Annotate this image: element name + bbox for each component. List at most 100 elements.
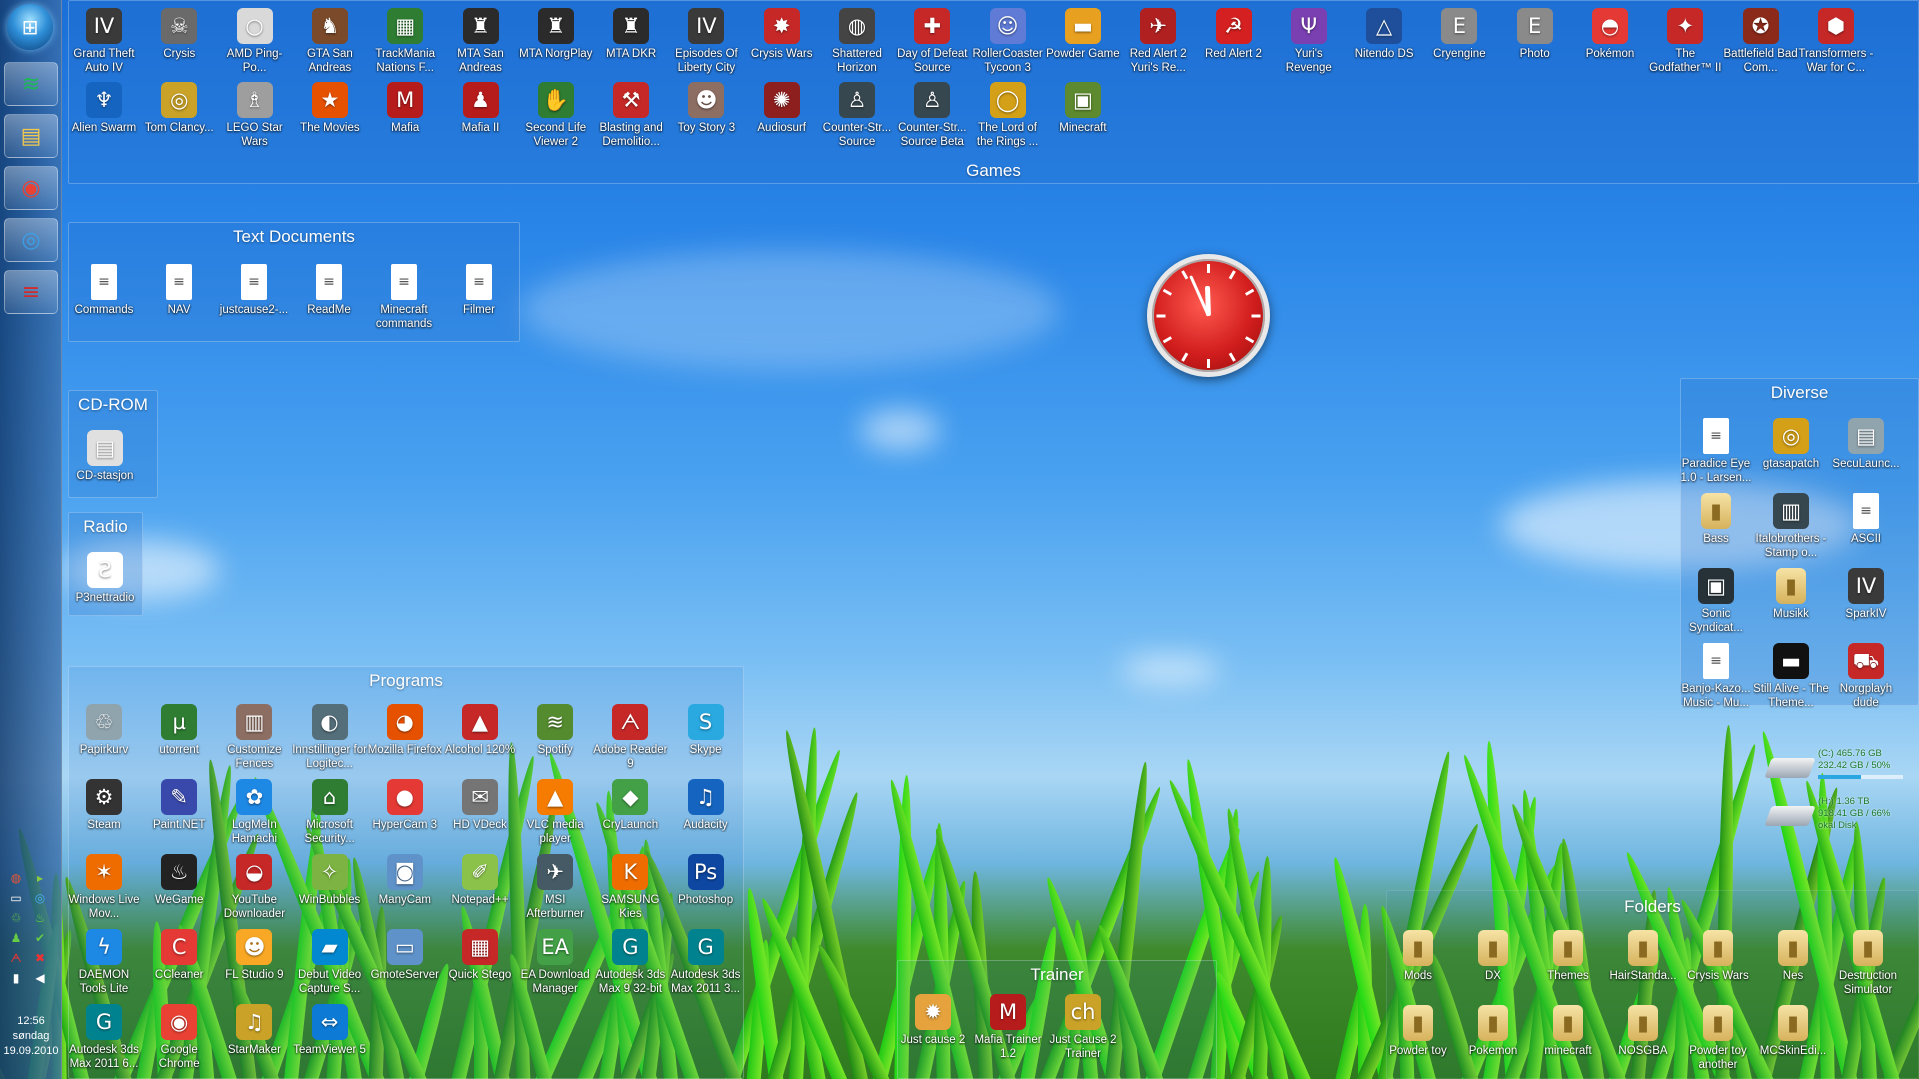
spotify-taskbar-button[interactable]: ≋ <box>4 62 58 106</box>
desktop-icon[interactable]: ≡ ASCII <box>1828 493 1904 567</box>
desktop-icon[interactable]: ✋ Second Life Viewer 2 <box>518 82 594 156</box>
desktop-icon[interactable]: ▮ Powder toy <box>1380 1005 1456 1079</box>
desktop-icon[interactable]: ▮ DX <box>1455 930 1531 1004</box>
fences-taskbar-button[interactable]: ≡ <box>4 270 58 314</box>
desktop-icon[interactable]: Ps Photoshop <box>668 854 744 928</box>
desktop-icon[interactable]: ✉ HD VDeck <box>442 779 518 853</box>
desktop-icon[interactable]: K SAMSUNG Kies <box>592 854 668 928</box>
tray-icon[interactable]: ᗅ <box>6 950 26 966</box>
desktop-icon[interactable]: ♗ LEGO Star Wars <box>217 82 293 156</box>
taskbar-clock[interactable]: 12:56 søndag 19.09.2010 <box>0 1014 62 1059</box>
desktop-icon[interactable]: ▮ Musikk <box>1753 568 1829 642</box>
desktop-icon[interactable]: ▮ HairStanda... <box>1605 930 1681 1004</box>
desktop-icon[interactable]: ♜ MTA San Andreas <box>443 8 519 82</box>
desktop-icon[interactable]: ≡ Filmer <box>441 264 517 338</box>
tray-icon[interactable]: ▭ <box>6 890 26 906</box>
desktop-icon[interactable]: ◎ gtasapatch <box>1753 418 1829 492</box>
desktop-icon[interactable]: ≡ Minecraft commands <box>366 264 442 338</box>
desktop-icon[interactable]: E Cryengine <box>1421 8 1497 82</box>
desktop-icon[interactable]: ▬ Powder Game <box>1045 8 1121 82</box>
desktop-icon[interactable]: ▲ VLC media player <box>517 779 593 853</box>
desktop-icon[interactable]: ◐ Innstillinger for Logitec... <box>292 704 368 778</box>
desktop-icon[interactable]: ▮ MCSkinEdi... <box>1755 1005 1831 1079</box>
desktop-icon[interactable]: Ψ Yuri's Revenge <box>1271 8 1347 82</box>
desktop-icon[interactable]: ○ AMD Ping-Po... <box>217 8 293 82</box>
desktop-icon[interactable]: G Autodesk 3ds Max 2011 3... <box>668 929 744 1003</box>
tray-icon[interactable]: ◍ <box>6 870 26 886</box>
desktop-icon[interactable]: ⌂ Microsoft Security... <box>292 779 368 853</box>
desktop-icon[interactable]: ✈ MSI Afterburner <box>517 854 593 928</box>
desktop-icon[interactable]: ◎ Tom Clancy... <box>141 82 217 156</box>
analog-clock-gadget[interactable] <box>1147 254 1270 377</box>
desktop-icon[interactable]: ◓ Pokémon <box>1572 8 1648 82</box>
desktop-icon[interactable]: ✶ Windows Live Mov... <box>66 854 142 928</box>
drive-c-gadget[interactable]: (C:) 465.76 GB 232.42 GB / 50% <box>1764 748 1908 788</box>
tray-icon[interactable]: ♟ <box>6 930 26 946</box>
desktop-icon[interactable]: M Mafia <box>367 82 443 156</box>
desktop-icon[interactable]: ≡ ReadMe <box>291 264 367 338</box>
desktop-icon[interactable]: ♙ Counter-Str... Source Beta <box>894 82 970 156</box>
desktop-icon[interactable]: Ƨ P3nettradio <box>67 552 143 626</box>
desktop-icon[interactable]: ✐ Notepad++ <box>442 854 518 928</box>
tray-icon[interactable]: ▸ <box>30 870 50 886</box>
desktop-icon[interactable]: ◍ Shattered Horizon <box>819 8 895 82</box>
desktop-icon[interactable]: ▮ Bass <box>1678 493 1754 567</box>
desktop-icon[interactable]: ≡ Paradice Eye 1.0 - Larsen... <box>1678 418 1754 492</box>
desktop-icon[interactable]: ▮ Nes <box>1755 930 1831 1004</box>
desktop-icon[interactable]: ▮ Destruction Simulator <box>1830 930 1906 1004</box>
desktop-icon[interactable]: ◙ ManyCam <box>367 854 443 928</box>
desktop-icon[interactable]: ✿ LogMeIn Hamachi <box>216 779 292 853</box>
network-icon[interactable]: ▮ <box>6 970 26 986</box>
desktop-icon[interactable]: ♲ Papirkurv <box>66 704 142 778</box>
desktop-icon[interactable]: ▥ Italobrothers - Stamp o... <box>1753 493 1829 567</box>
desktop-icon[interactable]: ▮ Themes <box>1530 930 1606 1004</box>
desktop-icon[interactable]: ♫ StarMaker <box>216 1004 292 1078</box>
desktop-icon[interactable]: C CCleaner <box>141 929 217 1003</box>
desktop-icon[interactable]: IV Episodes Of Liberty City <box>668 8 744 82</box>
desktop-icon[interactable]: ▤ CD-stasjon <box>67 430 143 504</box>
desktop-icon[interactable]: ♜ MTA DKR <box>593 8 669 82</box>
desktop-icon[interactable]: ▣ Sonic Syndicat... <box>1678 568 1754 642</box>
desktop-icon[interactable]: ▭ GmoteServer <box>367 929 443 1003</box>
volume-icon[interactable]: ◀ <box>30 970 50 986</box>
desktop-icon[interactable]: ♨ WeGame <box>141 854 217 928</box>
desktop-icon[interactable]: ▮ minecraft <box>1530 1005 1606 1079</box>
desktop-icon[interactable]: ▮ Crysis Wars <box>1680 930 1756 1004</box>
start-button[interactable]: ⊞ <box>7 4 53 50</box>
desktop-icon[interactable]: G Autodesk 3ds Max 2011 6... <box>66 1004 142 1078</box>
desktop-icon[interactable]: IV SparkIV <box>1828 568 1904 642</box>
desktop-icon[interactable]: ▤ SecuLaunc... <box>1828 418 1904 492</box>
desktop-icon[interactable]: M Mafia Trainer 1.2 <box>970 994 1046 1068</box>
desktop-icon[interactable]: ◯ The Lord of the Rings ... <box>970 82 1046 156</box>
desktop-icon[interactable]: G Autodesk 3ds Max 9 32-bit <box>592 929 668 1003</box>
desktop-icon[interactable]: ♆ Alien Swarm <box>66 82 142 156</box>
desktop-icon[interactable]: ≋ Spotify <box>517 704 593 778</box>
desktop-icon[interactable]: ✹ Just cause 2 <box>895 994 971 1068</box>
desktop-icon[interactable]: ▦ TrackMania Nations F... <box>367 8 443 82</box>
explorer-taskbar-button[interactable]: ▤ <box>4 114 58 158</box>
desktop-icon[interactable]: S Skype <box>668 704 744 778</box>
desktop-icon[interactable]: ♞ GTA San Andreas <box>292 8 368 82</box>
desktop-icon[interactable]: ⚙ Steam <box>66 779 142 853</box>
tray-icon[interactable]: ♨ <box>30 910 50 926</box>
desktop-icon[interactable]: ♙ Counter-Str... Source <box>819 82 895 156</box>
desktop-icon[interactable]: ♫ Audacity <box>668 779 744 853</box>
desktop-icon[interactable]: ☻ Toy Story 3 <box>668 82 744 156</box>
desktop-icon[interactable]: △ Nitendo DS <box>1346 8 1422 82</box>
desktop-icon[interactable]: ✚ Day of Defeat Source <box>894 8 970 82</box>
desktop-icon[interactable]: ▮ NOSGBA <box>1605 1005 1681 1079</box>
desktop-icon[interactable]: ★ The Movies <box>292 82 368 156</box>
desktop-icon[interactable]: ◒ YouTube Downloader <box>216 854 292 928</box>
tray-icon[interactable]: ♲ <box>6 910 26 926</box>
desktop-icon[interactable]: ☺ RollerCoaster Tycoon 3 <box>970 8 1046 82</box>
desktop-icon[interactable]: ✎ Paint.NET <box>141 779 217 853</box>
desktop-icon[interactable]: ✈ Red Alert 2 Yuri's Re... <box>1120 8 1196 82</box>
desktop-icon[interactable]: ⇔ TeamViewer 5 <box>292 1004 368 1078</box>
desktop-icon[interactable]: EA EA Download Manager <box>517 929 593 1003</box>
desktop-icon[interactable]: ▦ Quick Stego <box>442 929 518 1003</box>
chrome-taskbar-button[interactable]: ◉ <box>4 166 58 210</box>
desktop-icon[interactable]: ☠ Crysis <box>141 8 217 82</box>
desktop-icon[interactable]: ✺ Audiosurf <box>744 82 820 156</box>
desktop-icon[interactable]: ⬢ Transformers - War for C... <box>1798 8 1874 82</box>
desktop-icon[interactable]: ▬ Still Alive - The Theme... <box>1753 643 1829 717</box>
